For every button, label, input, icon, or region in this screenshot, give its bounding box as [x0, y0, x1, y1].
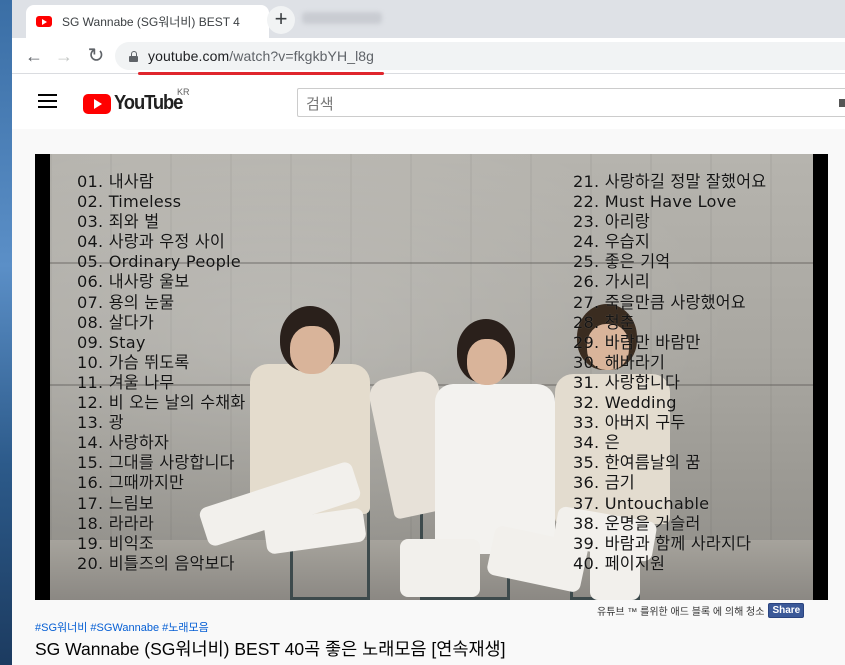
track-item: 27. 죽을만큼 사랑했어요: [573, 292, 746, 312]
screenshot-root: { "browser": { "tab_title": "SG Wannabe …: [0, 0, 845, 665]
track-item: 34. 은: [573, 433, 620, 453]
track-item: 18. 라라라: [77, 513, 154, 533]
hamburger-menu-icon[interactable]: [38, 94, 57, 108]
track-item: 39. 바람과 함께 사라지다: [573, 533, 752, 553]
blurred-tab-placeholder: [302, 12, 382, 24]
url-text: youtube.com/watch?v=fkgkbYH_l8g: [148, 48, 375, 64]
youtube-logo[interactable]: YouTube: [83, 92, 188, 115]
track-item: 20. 비틀즈의 음악보다: [77, 553, 235, 573]
track-item: 24. 우습지: [573, 232, 650, 252]
adblock-notice: 유튜브 ™ 를위한 애드 블록 에 의해 청소 Share: [597, 603, 805, 618]
track-item: 38. 운명을 거슬러: [573, 513, 701, 533]
new-tab-button[interactable]: +: [267, 6, 295, 34]
track-item: 11. 겨울 나무: [77, 372, 175, 392]
video-frame: 01. 내사람 02. Timeless 03. 죄와 벌 04. 사랑과 우정 사이…: [50, 154, 813, 600]
back-arrow-icon[interactable]: ←: [20, 42, 48, 70]
region-code: KR: [177, 87, 190, 97]
tracklist-right: 21. 사랑하길 정말 잘했어요 22. Must Have Love 23. 아리…: [573, 172, 766, 574]
track-item: 16. 그때까지만: [77, 473, 185, 493]
lock-icon: [129, 50, 138, 62]
track-item: 26. 가시리: [573, 272, 650, 292]
address-bar[interactable]: youtube.com/watch?v=fkgkbYH_l8g: [115, 42, 845, 70]
track-item: 23. 아리랑: [573, 212, 650, 232]
browser-tab-bar: SG Wannabe (SG워너비) BEST 4 +: [12, 0, 845, 38]
track-item: 08. 살다가: [77, 312, 154, 332]
track-item: 33. 아버지 구두: [573, 413, 686, 433]
track-item: 12. 비 오는 날의 수채화: [77, 393, 246, 413]
reload-icon[interactable]: ↻: [82, 42, 110, 70]
youtube-favicon-icon: [36, 16, 52, 27]
track-item: 05. Ordinary People: [77, 252, 241, 272]
track-item: 32. Wedding: [573, 393, 677, 413]
track-item: 07. 용의 눈물: [77, 292, 175, 312]
video-hashtags[interactable]: #SG워너비 #SGWannabe #노래모음: [35, 619, 209, 635]
youtube-play-logo-icon: [83, 93, 111, 114]
keyboard-icon[interactable]: [839, 99, 845, 107]
track-item: 31. 사랑합니다: [573, 372, 681, 392]
track-item: 21. 사랑하길 정말 잘했어요: [573, 172, 767, 191]
track-item: 25. 좋은 기억: [573, 252, 671, 272]
share-button[interactable]: Share: [768, 603, 805, 618]
browser-toolbar: ← → ↻ youtube.com/watch?v=fkgkbYH_l8g: [12, 38, 845, 74]
track-item: 30. 해바라기: [573, 352, 666, 372]
track-item: 28. 청춘: [573, 312, 635, 332]
track-item: 06. 내사랑 울보: [77, 272, 190, 292]
track-item: 35. 한여름날의 꿈: [573, 453, 701, 473]
search-input[interactable]: 검색: [297, 88, 845, 117]
watch-page-content: 01. 내사람 02. Timeless 03. 죄와 벌 04. 사랑과 우정 사이…: [12, 129, 845, 665]
desktop-background-strip: [0, 0, 12, 665]
track-item: 14. 사랑하자: [77, 433, 170, 453]
youtube-wordmark: YouTube: [114, 92, 183, 114]
track-item: 03. 죄와 벌: [77, 212, 160, 232]
track-item: 22. Must Have Love: [573, 192, 737, 212]
track-item: 10. 가슴 뛰도록: [77, 352, 190, 372]
track-item: 04. 사랑과 우정 사이: [77, 232, 226, 252]
track-item: 19. 비익조: [77, 533, 154, 553]
youtube-header: YouTube KR 검색: [12, 75, 845, 129]
track-item: 02. Timeless: [77, 192, 182, 212]
track-item: 17. 느림보: [77, 493, 154, 513]
video-title: SG Wannabe (SG워너비) BEST 40곡 좋은 노래모음 [연속재…: [35, 639, 506, 659]
forward-arrow-icon[interactable]: →: [50, 42, 78, 70]
video-player[interactable]: 01. 내사람 02. Timeless 03. 죄와 벌 04. 사랑과 우정 사이…: [35, 154, 828, 600]
track-item: 40. 페이지원: [573, 553, 666, 573]
tab-title: SG Wannabe (SG워너비) BEST 4: [62, 15, 240, 29]
track-item: 01. 내사람: [77, 172, 154, 191]
tracklist-left: 01. 내사람 02. Timeless 03. 죄와 벌 04. 사랑과 우정 사이…: [77, 172, 245, 574]
browser-tab-active[interactable]: SG Wannabe (SG워너비) BEST 4: [26, 5, 269, 38]
track-item: 13. 광: [77, 413, 124, 433]
track-item: 37. Untouchable: [573, 493, 710, 513]
adblock-notice-text: 유튜브 ™ 를위한 애드 블록 에 의해 청소: [597, 607, 765, 618]
track-item: 09. Stay: [77, 332, 146, 352]
track-item: 29. 바람만 바람만: [573, 332, 701, 352]
track-item: 36. 금기: [573, 473, 635, 493]
track-item: 15. 그대를 사랑합니다: [77, 453, 235, 473]
